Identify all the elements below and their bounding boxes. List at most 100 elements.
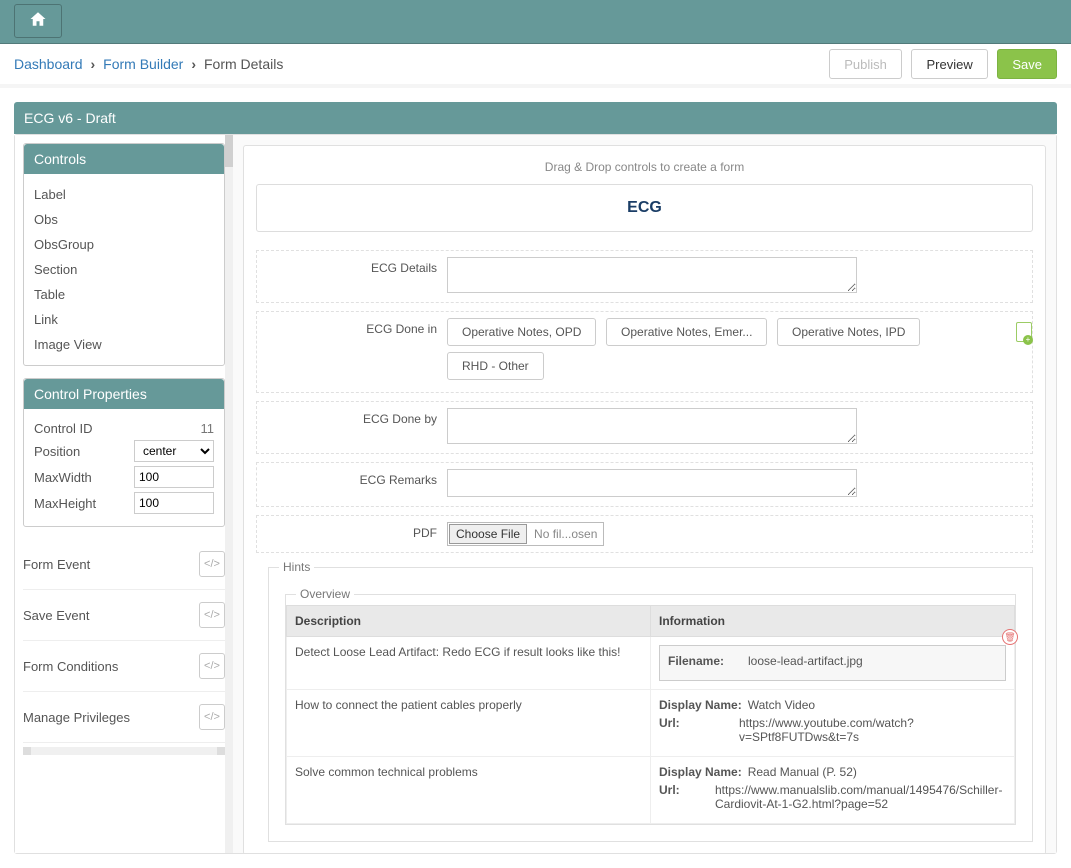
prop-control-id-value: 11 [201,421,215,436]
field-label: PDF [263,522,447,546]
control-item-image-view[interactable]: Image View [34,332,214,357]
overview-section: Overview Description Information Detect … [285,594,1016,825]
ecg-remarks-input[interactable] [447,469,857,497]
control-item-obs[interactable]: Obs [34,207,214,232]
option-ipd[interactable]: Operative Notes, IPD [777,318,920,346]
control-item-label[interactable]: Label [34,182,214,207]
prop-position-select[interactable]: center [134,440,214,462]
display-name-label: Display Name: [659,765,748,779]
top-nav [0,0,1071,44]
breadcrumb-bar: Dashboard › Form Builder › Form Details … [0,44,1071,88]
canvas: Drag & Drop controls to create a form EC… [233,135,1056,853]
breadcrumb-dashboard[interactable]: Dashboard [14,56,83,72]
controls-panel: Controls Label Obs ObsGroup Section Tabl… [23,143,225,366]
save-event-row[interactable]: Save Event </> [23,590,225,641]
field-label: ECG Done in [263,318,447,386]
display-name-value: Read Manual (P. 52) [748,765,857,779]
manage-privileges-label: Manage Privileges [23,710,130,725]
layout: Controls Label Obs ObsGroup Section Tabl… [14,134,1057,854]
chevron-right-icon: › [91,56,96,72]
sidebar-v-scrollbar-track[interactable] [225,135,233,853]
code-icon[interactable]: </> [199,551,225,577]
prop-maxwidth-label: MaxWidth [34,470,134,485]
option-opd[interactable]: Operative Notes, OPD [447,318,596,346]
panel-title: ECG v6 - Draft [14,102,1057,134]
table-row: How to connect the patient cables proper… [287,690,1015,757]
controls-list: Label Obs ObsGroup Section Table Link Im… [24,174,224,365]
ecg-done-by-input[interactable] [447,408,857,444]
form-event-row[interactable]: Form Event </> [23,539,225,590]
option-emer[interactable]: Operative Notes, Emer... [606,318,767,346]
action-buttons: Publish Preview Save [823,49,1057,79]
hint-desc: Detect Loose Lead Artifact: Redo ECG if … [287,637,651,690]
hints-table: Description Information Detect Loose Lea… [286,605,1015,824]
code-icon[interactable]: </> [199,602,225,628]
field-label: ECG Details [263,257,447,296]
display-name-label: Display Name: [659,698,748,712]
delete-icon[interactable]: 🗑 [1002,629,1018,645]
hints-title: Hints [279,560,314,574]
prop-maxheight-input[interactable] [134,492,214,514]
control-properties-panel: Control Properties Control ID 11 Positio… [23,378,225,527]
display-name-value: Watch Video [748,698,815,712]
field-ecg-done-in[interactable]: ECG Done in Operative Notes, OPD Operati… [256,311,1033,393]
drag-drop-hint: Drag & Drop controls to create a form [256,158,1033,184]
control-item-section[interactable]: Section [34,257,214,282]
field-ecg-remarks[interactable]: ECG Remarks [256,462,1033,507]
field-pdf[interactable]: PDF Choose File No fil...osen [256,515,1033,553]
chevron-right-icon: › [191,56,196,72]
choose-file-button[interactable]: Choose File [449,524,527,544]
hint-desc: Solve common technical problems [287,757,651,824]
controls-panel-title: Controls [24,144,224,174]
prop-maxheight-label: MaxHeight [34,496,134,511]
hint-desc: How to connect the patient cables proper… [287,690,651,757]
save-button[interactable]: Save [997,49,1057,79]
file-status-text: No fil...osen [528,527,603,541]
control-item-obsgroup[interactable]: ObsGroup [34,232,214,257]
prop-control-id-label: Control ID [34,421,201,436]
filename-value: loose-lead-artifact.jpg [748,654,863,668]
control-item-link[interactable]: Link [34,307,214,332]
code-icon[interactable]: </> [199,704,225,730]
ecg-details-input[interactable] [447,257,857,293]
url-value: https://www.manualslib.com/manual/149547… [715,783,975,811]
save-event-label: Save Event [23,608,90,623]
hints-section: Hints Overview Description Information D… [268,567,1033,842]
url-label: Url: [659,716,739,744]
table-row: Detect Loose Lead Artifact: Redo ECG if … [287,637,1015,690]
breadcrumb: Dashboard › Form Builder › Form Details [14,56,283,72]
url-label: Url: [659,783,715,811]
prop-position-label: Position [34,444,134,459]
overview-title: Overview [296,587,354,601]
form-conditions-row[interactable]: Form Conditions </> [23,641,225,692]
file-info-box: Filename: loose-lead-artifact.jpg [659,645,1006,681]
prop-maxwidth-input[interactable] [134,466,214,488]
sidebar: Controls Label Obs ObsGroup Section Tabl… [15,135,233,853]
filename-label: Filename: [668,654,748,668]
sidebar-v-scrollbar-thumb[interactable] [225,135,233,167]
home-icon [29,10,47,28]
url-value: https://www.youtube.com/watch?v=SPtf8FUT… [739,716,1006,744]
control-item-table[interactable]: Table [34,282,214,307]
publish-button[interactable]: Publish [829,49,902,79]
sidebar-h-scrollbar[interactable] [23,747,225,755]
field-ecg-done-by[interactable]: ECG Done by [256,401,1033,454]
table-row: Solve common technical problems Display … [287,757,1015,824]
field-ecg-details[interactable]: ECG Details [256,250,1033,303]
form-title: ECG [271,199,1018,217]
option-rhd-other[interactable]: RHD - Other [447,352,544,380]
home-button[interactable] [14,4,62,38]
breadcrumb-form-builder[interactable]: Form Builder [103,56,183,72]
add-option-icon[interactable] [1016,322,1032,342]
breadcrumb-current: Form Details [204,56,283,72]
control-properties-title: Control Properties [24,379,224,409]
col-description: Description [287,606,651,637]
field-label: ECG Done by [263,408,447,447]
form-conditions-label: Form Conditions [23,659,118,674]
file-input-wrap: Choose File No fil...osen [447,522,604,546]
code-icon[interactable]: </> [199,653,225,679]
form-title-box[interactable]: ECG [256,184,1033,232]
manage-privileges-row[interactable]: Manage Privileges </> [23,692,225,743]
form-event-label: Form Event [23,557,90,572]
preview-button[interactable]: Preview [911,49,987,79]
